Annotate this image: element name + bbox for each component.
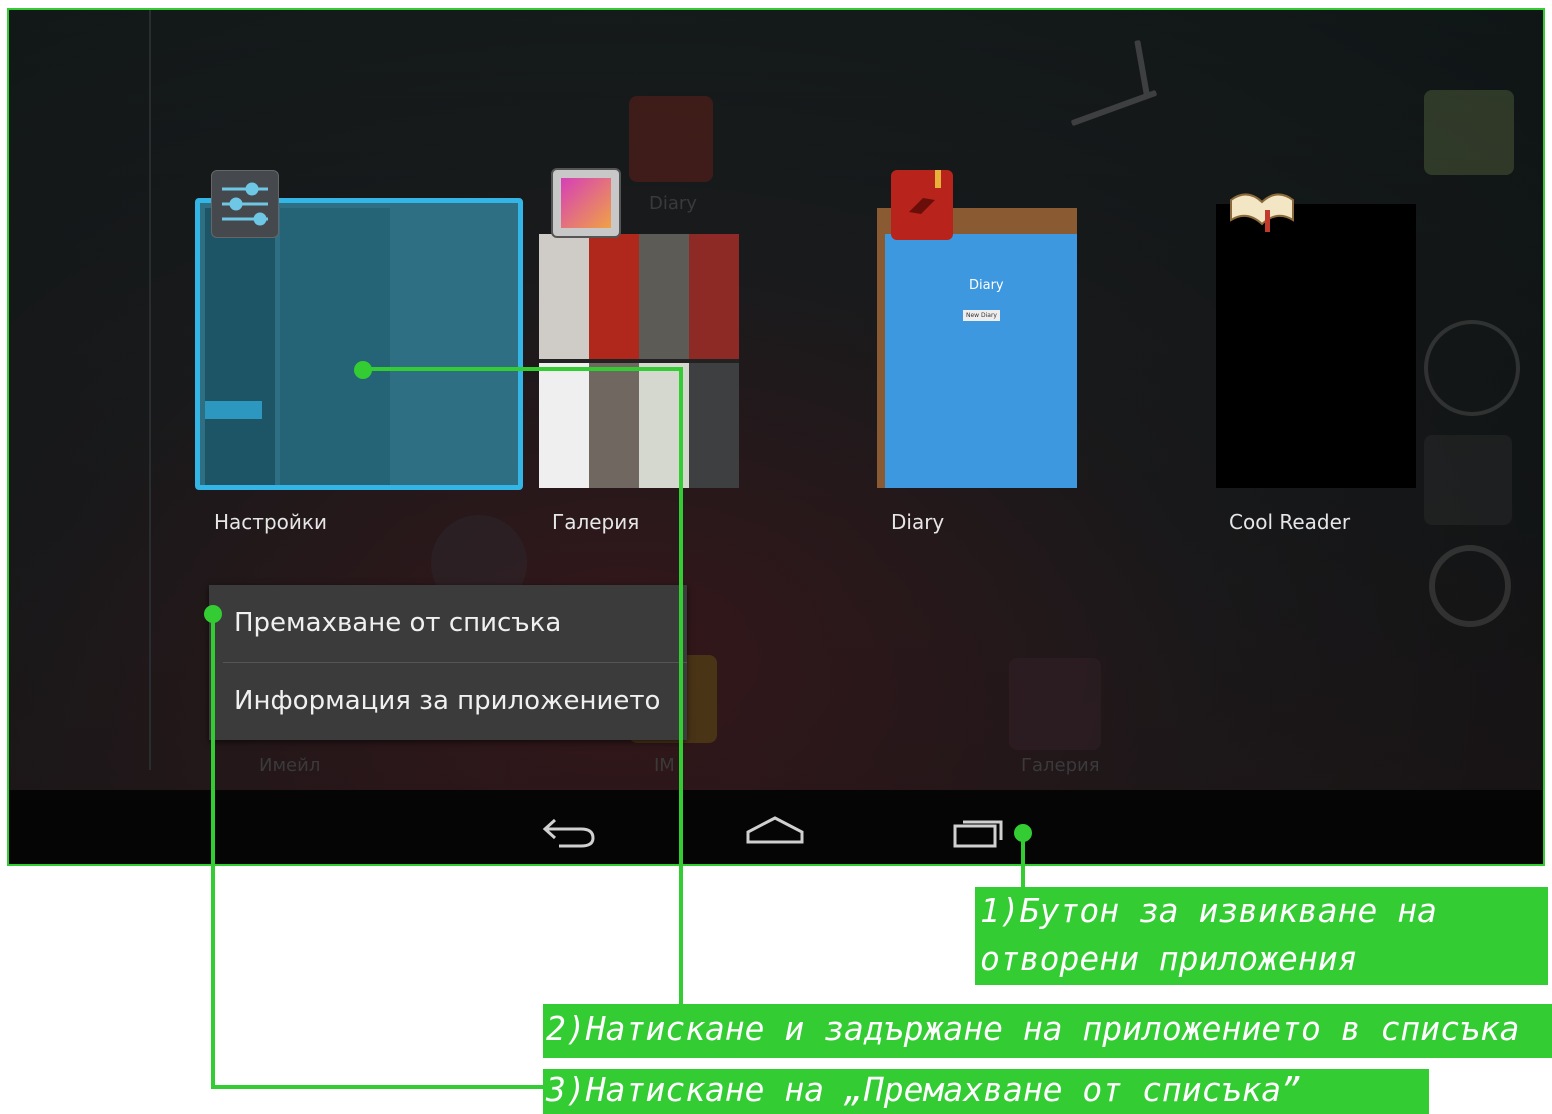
- ghost-calendar-icon: [1424, 90, 1514, 175]
- ghost-calculator-icon: [1424, 435, 1512, 525]
- menu-item-remove-from-list[interactable]: Премахване от списъка: [209, 585, 687, 662]
- annotation-step2: 2)Натискане и задържане на приложението …: [543, 1004, 1552, 1058]
- ghost-gallery-icon: [1009, 658, 1101, 750]
- context-menu: Премахване от списъка Информация за прил…: [209, 585, 687, 740]
- connector-step3-v: [211, 614, 215, 1089]
- cool-reader-thumbnail[interactable]: [1216, 204, 1416, 488]
- gallery-photo: [539, 234, 589, 359]
- connector-step2-h: [363, 367, 683, 371]
- diary-thumbnail-page: Diary New Diary: [885, 234, 1077, 488]
- settings-thumbnail-content: [280, 208, 390, 485]
- annotation-step1-line2: отворени приложения: [980, 939, 1358, 978]
- gallery-photo: [539, 363, 589, 488]
- gallery-photo: [689, 363, 739, 488]
- settings-thumbnail[interactable]: [195, 198, 523, 490]
- wallpaper-line: [149, 10, 151, 770]
- home-icon[interactable]: [744, 812, 806, 852]
- ghost-im-label: IM: [654, 755, 675, 776]
- recent-app-label: Cool Reader: [1229, 510, 1351, 534]
- open-book-icon: [1227, 180, 1297, 236]
- recent-app-label: Diary: [891, 510, 945, 534]
- annotation-step1: 1)Бутон за извикване на отворени приложе…: [975, 887, 1548, 985]
- back-icon[interactable]: [539, 812, 601, 852]
- settings-thumbnail-list: [205, 208, 275, 485]
- connector-dot-step1: [1014, 824, 1032, 842]
- gallery-photo: [589, 363, 639, 488]
- navigation-bar: [9, 790, 1543, 864]
- ghost-diary-icon: [629, 96, 713, 182]
- ghost-email-label: Имейл: [259, 755, 321, 776]
- gallery-thumbnail[interactable]: [539, 234, 739, 488]
- ghost-search-icon: [1429, 545, 1511, 627]
- android-screen: Diary Имейл IM Галерия Настройки Галерия…: [7, 8, 1545, 866]
- recent-apps-icon[interactable]: [949, 812, 1011, 852]
- gallery-icon-image: [561, 178, 611, 228]
- diary-thumbnail-title: Diary: [969, 278, 1004, 293]
- connector-step3-h: [211, 1085, 546, 1089]
- gallery-photo: [639, 234, 689, 359]
- diary-thumbnail-button: New Diary: [963, 310, 1000, 321]
- connector-step2-v: [679, 367, 683, 1007]
- diary-thumbnail[interactable]: Diary New Diary: [877, 208, 1077, 488]
- ghost-apps-icon: [1424, 320, 1520, 416]
- settings-sliders-icon: [211, 170, 279, 238]
- annotation-step1-line1: 1)Бутон за извикване на: [980, 891, 1437, 930]
- recent-app-label: Галерия: [552, 510, 640, 534]
- diary-book-icon: [891, 170, 953, 240]
- gallery-icon: [551, 168, 621, 238]
- recent-app-label: Настройки: [214, 510, 327, 534]
- ghost-diary-label: Diary: [649, 193, 697, 214]
- ghost-gallery-label: Галерия: [1021, 755, 1100, 776]
- annotation-step3: 3)Натискане на „Премахване от списъка”: [543, 1069, 1429, 1114]
- gallery-photo: [689, 234, 739, 359]
- menu-item-app-info[interactable]: Информация за приложението: [209, 663, 687, 740]
- gallery-photo: [589, 234, 639, 359]
- settings-thumbnail-highlight: [205, 401, 262, 419]
